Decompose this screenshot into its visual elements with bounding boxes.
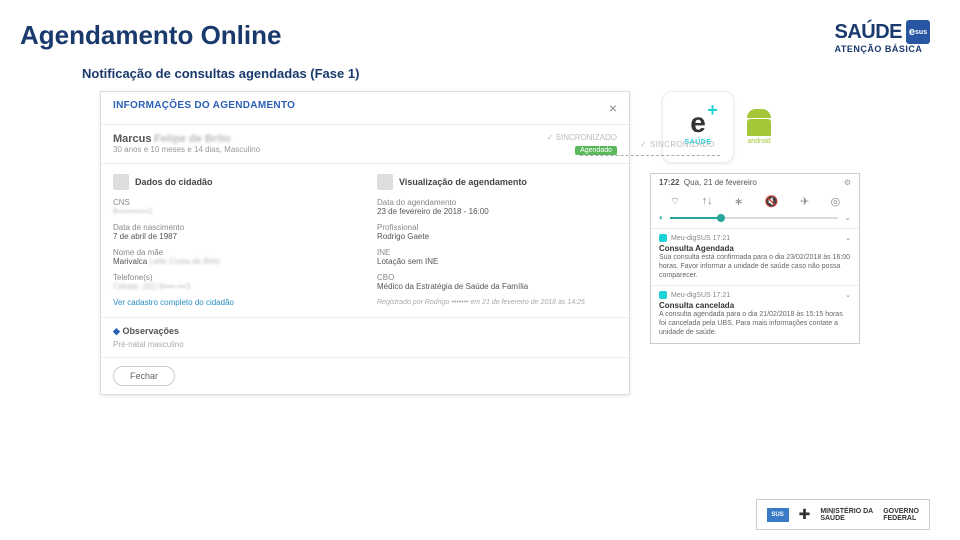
ministry-label: MINISTÉRIO DASAÚDE: [820, 508, 873, 522]
chevron-down-icon[interactable]: ⌄: [844, 213, 851, 222]
ine-label: INE: [377, 248, 617, 257]
app-badge-icon: [659, 291, 667, 299]
phone-time: 17:22: [659, 178, 679, 187]
full-record-link[interactable]: Ver cadastro completo do cidadão: [113, 298, 353, 307]
phone-label: Telefone(s): [113, 273, 353, 282]
close-button[interactable]: Fechar: [113, 366, 175, 386]
app-badge-icon: [659, 234, 667, 242]
date-value: 23 de fevereiro de 2018 - 16:00: [377, 207, 617, 216]
person-icon: [113, 174, 129, 190]
date-label: Data do agendamento: [377, 198, 617, 207]
connector-line: [580, 155, 720, 156]
gov-label: GOVERNOFEDERAL: [883, 508, 919, 522]
location-icon[interactable]: ◎: [831, 195, 841, 209]
brightness-low-icon: ◐: [659, 213, 664, 222]
gear-icon[interactable]: ⚙: [844, 178, 851, 187]
patient-name-blur: Felipe de Brito: [154, 133, 230, 145]
logo-saude-text: SAÚDE: [834, 21, 902, 44]
bluetooth-icon[interactable]: ∗: [734, 195, 743, 209]
notif-body: A consulta agendada para o dia 21/02/201…: [659, 310, 851, 337]
sound-icon[interactable]: 🔇: [765, 195, 779, 209]
cbo-value: Médico da Estratégia de Saúde da Família: [377, 282, 617, 291]
patient-name: Marcus: [113, 133, 152, 145]
phone-notification-panel: 17:22 Qua, 21 de fevereiro ⚙ ⌔ ↑↓ ∗ 🔇 ✈ …: [650, 173, 860, 344]
patient-details: 30 anos e 10 meses e 14 dias, Masculino: [113, 145, 260, 154]
registered-by: Registrado por Rodrigo ••••••• em 21 de …: [377, 299, 617, 306]
esaude-app-icon: e+ SAÚDE: [662, 91, 734, 163]
cns-label: CNS: [113, 198, 353, 207]
page-title: Agendamento Online: [20, 20, 281, 51]
sync-badge: ✓ SINCRONIZADO: [547, 133, 617, 142]
obs-title: ◆ Observações: [113, 326, 617, 337]
notif-body: Sua consulta está confirmada para o dia …: [659, 253, 851, 280]
dob-label: Data de nascimento: [113, 223, 353, 232]
data-icon[interactable]: ↑↓: [702, 195, 713, 209]
mother-value: Marivalca Leite Costa de Brito: [113, 257, 353, 266]
appointment-modal: INFORMAÇÕES DO AGENDAMENTO × Marcus Feli…: [100, 91, 630, 395]
ine-value: Lotação sem INE: [377, 257, 617, 266]
status-badge: Agendado: [575, 146, 617, 155]
mother-label: Nome da mãe: [113, 248, 353, 257]
calendar-icon: [377, 174, 393, 190]
dob-value: 7 de abril de 1987: [113, 232, 353, 241]
brightness-slider[interactable]: [670, 217, 838, 219]
citizen-data-title: Dados do cidadão: [135, 177, 213, 187]
notif-title: Consulta Agendada: [659, 244, 851, 253]
modal-title: INFORMAÇÕES DO AGENDAMENTO: [113, 100, 295, 116]
sus-logo: SUS: [767, 508, 789, 522]
pro-value: Rodrigo Gaete: [377, 232, 617, 241]
close-icon[interactable]: ×: [609, 100, 617, 116]
sync-floating-label: ✓SINCRONIZADO: [640, 140, 715, 149]
phone-date: Qua, 21 de fevereiro: [684, 178, 757, 187]
logo-subtitle: ATENÇÃO BÁSICA: [834, 44, 930, 54]
cns-value: 8•••••••••••1: [113, 207, 353, 216]
logo-area: SAÚDE esus ATENÇÃO BÁSICA: [834, 20, 930, 54]
pro-label: Profissional: [377, 223, 617, 232]
android-icon: android: [744, 109, 774, 145]
cross-icon: ✚: [799, 506, 811, 523]
notification-item[interactable]: Meu-digSUS 17:21⌄ Consulta Agendada Sua …: [651, 228, 859, 285]
page-subtitle: Notificação de consultas agendadas (Fase…: [82, 66, 960, 81]
footer-logos: SUS ✚ MINISTÉRIO DASAÚDE GOVERNOFEDERAL: [756, 499, 930, 530]
phone-value: Celular: (61) 9••••-•••3: [113, 282, 353, 291]
obs-text: Pré-natal masculino: [113, 340, 617, 349]
appointment-view-title: Visualização de agendamento: [399, 177, 527, 187]
cbo-label: CBO: [377, 273, 617, 282]
logo-cross-icon: esus: [906, 20, 930, 44]
wifi-icon[interactable]: ⌔: [670, 195, 680, 209]
airplane-icon[interactable]: ✈: [800, 195, 809, 209]
notif-title: Consulta cancelada: [659, 301, 851, 310]
notification-item[interactable]: Meu-digSUS 17:21⌄ Consulta cancelada A c…: [651, 285, 859, 342]
